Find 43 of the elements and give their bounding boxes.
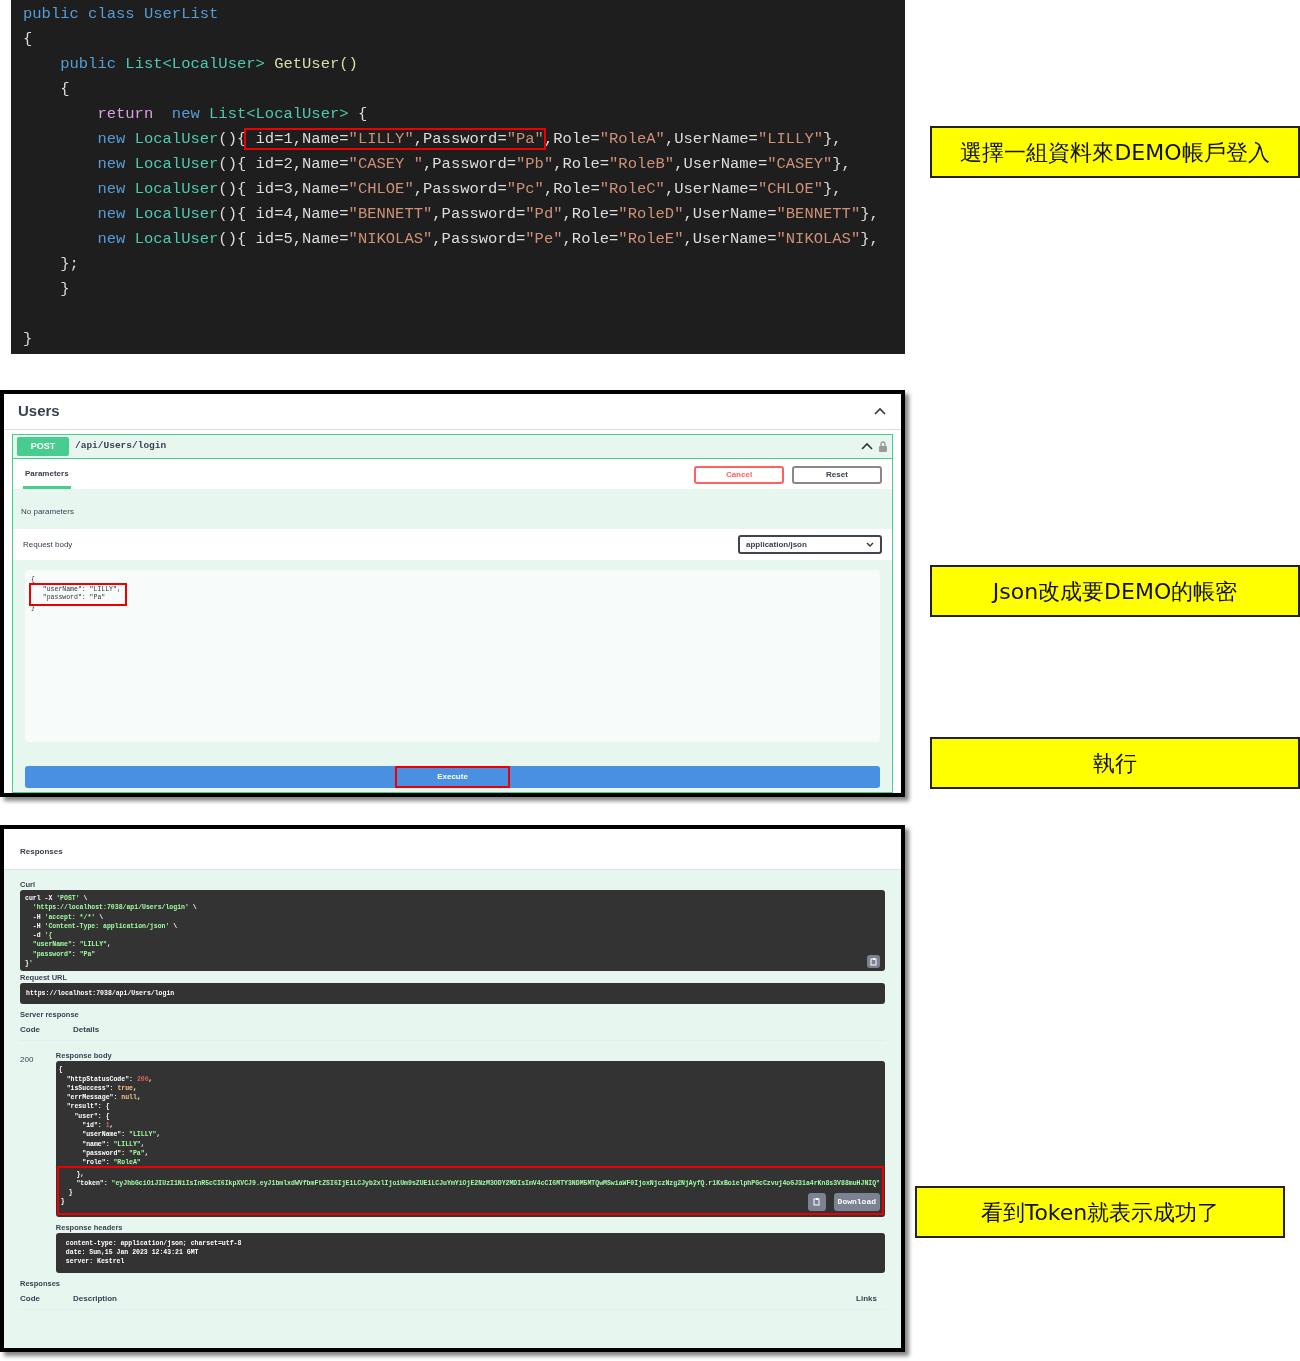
annotation-callout: 看到Token就表示成功了 — [915, 1186, 1285, 1238]
reset-button[interactable]: Reset — [792, 465, 882, 484]
code-line: return new List<LocalUser> { — [96, 104, 369, 125]
chevron-up-icon — [860, 441, 874, 452]
clipboard-icon — [869, 956, 878, 967]
code-line: { — [59, 79, 71, 100]
request-body-label: Request body — [23, 539, 73, 550]
column-header: Details — [73, 1024, 100, 1037]
code-line: } — [23, 329, 34, 350]
code-line: } — [59, 279, 71, 300]
column-header: Links — [856, 1292, 877, 1305]
responses-title: Responses — [20, 847, 63, 856]
code-line: public class UserList — [23, 4, 220, 25]
clipboard-icon — [812, 1196, 822, 1207]
column-header: Code — [20, 1292, 41, 1305]
lock-icon — [878, 440, 888, 452]
code-line: public List<LocalUser> GetUser() — [59, 54, 359, 75]
code-line: { — [23, 29, 34, 50]
no-parameters-text: No parameters — [21, 507, 74, 516]
status-code: 200 — [20, 1055, 34, 1065]
content-type-select[interactable]: application/json — [738, 535, 882, 554]
download-button[interactable]: Download — [833, 1192, 880, 1211]
caret-icon — [866, 542, 874, 547]
code-line: new LocalUser(){ id=5,Name="NIKOLAS",Password="Pe",Role="RoleE",UserName="NIKOLAS"}, — [96, 229, 880, 250]
copy-button[interactable] — [807, 1192, 826, 1211]
collapse-button[interactable] — [860, 441, 874, 452]
method-badge: POST — [17, 436, 69, 456]
section-title: Users — [18, 401, 60, 421]
annotation-callout: Json改成要DEMO的帳密 — [930, 565, 1300, 617]
collapse-button[interactable] — [873, 406, 887, 417]
chevron-up-icon — [873, 406, 887, 417]
annotation-callout: 執行 — [930, 737, 1300, 789]
code-line: }; — [59, 254, 80, 275]
code-line: new LocalUser(){ id=3,Name="CHLOE",Password="Pc",Role="RoleC",UserName="CHLOE"}, — [96, 179, 843, 200]
endpoint-path: /api/Users/login — [75, 439, 167, 454]
column-header: Description — [73, 1292, 117, 1305]
code-line: new LocalUser(){ id=1,Name="LILLY",Password="Pa",Role="RoleA",UserName="LILLY"}, — [96, 129, 843, 150]
tab[interactable]: Parameters — [23, 464, 71, 489]
copy-button[interactable] — [867, 955, 880, 968]
code-line: new LocalUser(){ id=4,Name="BENNETT",Password="Pd",Role="RoleD",UserName="BENNETT"}, — [96, 204, 880, 225]
column-header: Code — [20, 1024, 41, 1037]
annotation-callout: 選擇一組資料來DEMO帳戶登入 — [930, 126, 1300, 178]
code-line: new LocalUser(){ id=2,Name="CASEY ",Password="Pb",Role="RoleB",UserName="CASEY"}, — [96, 154, 852, 175]
